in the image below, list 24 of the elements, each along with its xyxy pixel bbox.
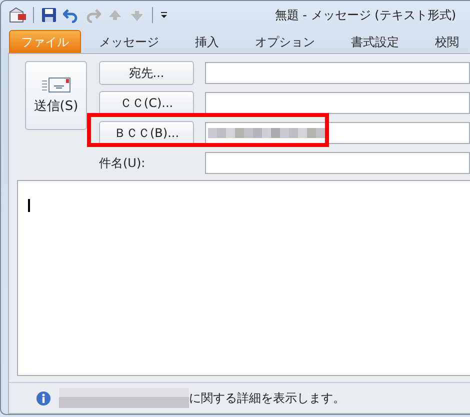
customize-dropdown-icon[interactable]	[159, 10, 169, 20]
input-field[interactable]	[205, 92, 470, 114]
ribbon-tab[interactable]: 挿入	[177, 30, 237, 53]
status-message: に関する詳細を表示します。	[189, 390, 345, 406]
ribbon-tab[interactable]: メッセージ	[81, 30, 177, 53]
address-button[interactable]: ＢＣＣ(B)...	[99, 121, 194, 145]
ribbon-tab[interactable]: オプション	[237, 30, 333, 53]
ribbon-tab[interactable]: 書式設定	[333, 30, 417, 53]
undo-icon[interactable]	[62, 6, 80, 24]
input-field[interactable]	[205, 152, 470, 174]
message-body-field[interactable]	[17, 180, 470, 376]
address-button[interactable]: ＣＣ(C)...	[99, 91, 194, 115]
save-icon[interactable]	[40, 6, 58, 24]
text-cursor	[28, 199, 30, 212]
app-icon[interactable]	[9, 6, 27, 24]
input-field[interactable]	[205, 62, 470, 84]
field-label: 件名(U):	[99, 154, 146, 172]
send-button[interactable]: 送信(S)	[25, 61, 87, 130]
window-title: 無題 - メッセージ (テキスト形式)	[274, 6, 456, 24]
address-button[interactable]: 宛先...	[99, 61, 194, 85]
input-field[interactable]	[205, 122, 470, 144]
ribbon-tab[interactable]: 校閲	[417, 30, 470, 53]
info-icon	[36, 390, 51, 406]
envelope-icon	[41, 76, 71, 92]
